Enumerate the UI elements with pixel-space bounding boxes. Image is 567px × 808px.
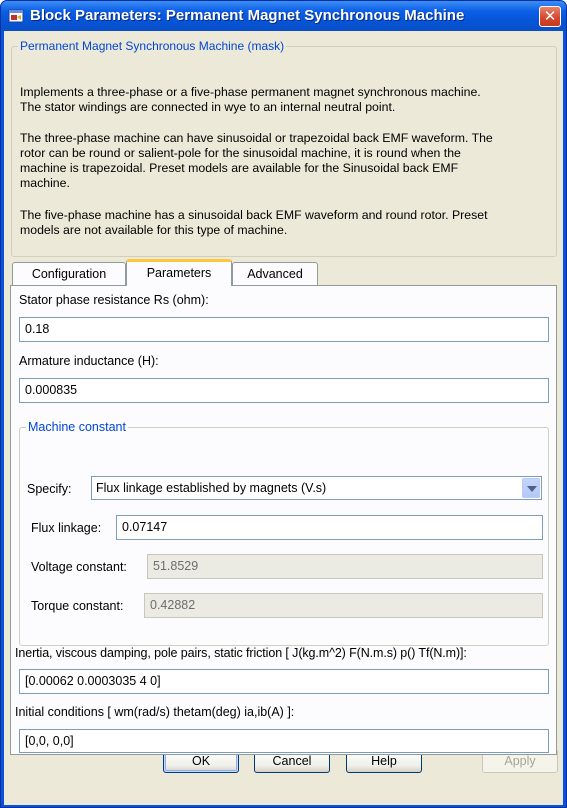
- stator-resistance-label: Stator phase resistance Rs (ohm):: [19, 293, 209, 307]
- torque-constant-label: Torque constant:: [31, 599, 124, 613]
- mask-legend: Permanent Magnet Synchronous Machine (ma…: [20, 39, 285, 53]
- tab-configuration[interactable]: Configuration: [12, 262, 126, 286]
- armature-inductance-input[interactable]: 0.000835: [19, 378, 549, 403]
- initial-conditions-input[interactable]: [0,0, 0,0]: [19, 729, 549, 753]
- close-icon: ✕: [543, 8, 557, 25]
- close-button[interactable]: ✕: [539, 6, 561, 27]
- description-line: The stator windings are connected in wye…: [20, 100, 396, 114]
- simulink-block-icon: [8, 9, 24, 23]
- description-line: rotor can be round or salient-pole for t…: [20, 146, 461, 160]
- dropdown-arrow-button[interactable]: [522, 478, 540, 498]
- description-line: machine is trapezoidal. Preset models ar…: [20, 161, 459, 175]
- specify-dropdown[interactable]: Flux linkage established by magnets (V.s…: [91, 476, 542, 500]
- machine-constant-legend: Machine constant: [28, 420, 126, 434]
- description-line: models are not available for this type o…: [20, 223, 288, 237]
- chevron-down-icon: [527, 486, 537, 492]
- description-line: machine.: [20, 176, 70, 190]
- tab-label: Configuration: [31, 267, 107, 281]
- torque-constant-input: 0.42882: [144, 593, 543, 618]
- mask-description-group: Permanent Magnet Synchronous Machine (ma…: [11, 39, 557, 257]
- voltage-constant-input: 51.8529: [147, 554, 543, 579]
- inertia-input[interactable]: [0.00062 0.0003035 4 0]: [19, 669, 549, 694]
- dialog-client-area: Permanent Magnet Synchronous Machine (ma…: [4, 31, 563, 805]
- armature-inductance-label: Armature inductance (H):: [19, 354, 159, 368]
- tab-advanced[interactable]: Advanced: [232, 262, 318, 286]
- parameters-panel: Stator phase resistance Rs (ohm): 0.18 A…: [10, 285, 557, 755]
- initial-conditions-label: Initial conditions [ wm(rad/s) thetam(de…: [15, 705, 295, 719]
- tab-label: Parameters: [146, 266, 212, 280]
- inertia-label: Inertia, viscous damping, pole pairs, st…: [15, 646, 467, 660]
- description-line: The three-phase machine can have sinusoi…: [20, 131, 493, 145]
- description-line: Implements a three-phase or a five-phase…: [20, 85, 481, 99]
- tab-label: Advanced: [247, 267, 303, 281]
- tab-parameters[interactable]: Parameters: [126, 259, 232, 286]
- voltage-constant-label: Voltage constant:: [31, 560, 127, 574]
- window-title: Block Parameters: Permanent Magnet Synch…: [30, 7, 465, 24]
- title-bar[interactable]: Block Parameters: Permanent Magnet Synch…: [1, 1, 566, 31]
- stator-resistance-input[interactable]: 0.18: [19, 317, 549, 342]
- specify-label: Specify:: [27, 482, 72, 496]
- description-line: The five-phase machine has a sinusoidal …: [20, 208, 488, 222]
- specify-selected-value: Flux linkage established by magnets (V.s…: [96, 481, 327, 495]
- flux-linkage-label: Flux linkage:: [31, 521, 102, 535]
- flux-linkage-input[interactable]: 0.07147: [116, 515, 543, 540]
- dialog-window: Block Parameters: Permanent Magnet Synch…: [0, 0, 567, 808]
